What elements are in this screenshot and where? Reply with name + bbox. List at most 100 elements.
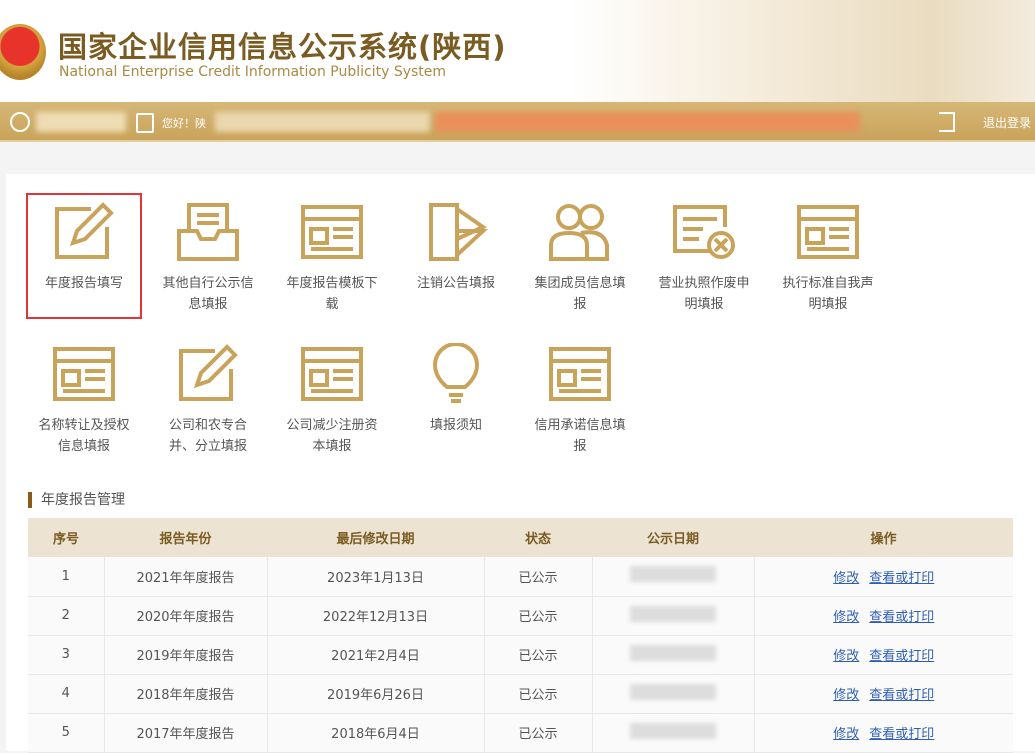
tile-label: 填报须知 — [429, 418, 482, 433]
status: 已公示 — [484, 596, 593, 636]
table-row: 5 2017年年度报告 2018年6月4日 已公示 修改 查看或打印 — [28, 713, 1013, 753]
modified-date: 2018年6月4日 — [267, 713, 485, 753]
view-print-link[interactable]: 查看或打印 — [869, 649, 934, 664]
modified-date: 2022年12月13日 — [267, 596, 485, 636]
tile-label: 执行标准自我声明填报 — [782, 276, 874, 312]
tile-label: 名称转让及授权信息填报 — [38, 418, 130, 454]
report-year: 2021年年度报告 — [104, 557, 268, 597]
site-subtitle: National Enterprise Credit Information P… — [59, 64, 447, 80]
actions: 修改 查看或打印 — [754, 635, 1013, 675]
actions: 修改 查看或打印 — [754, 596, 1013, 636]
tile-label: 集团成员信息填报 — [534, 276, 626, 312]
tile-label: 其他自行公示信息填报 — [162, 276, 254, 312]
status: 已公示 — [484, 713, 593, 753]
actions: 修改 查看或打印 — [754, 713, 1013, 753]
form-icon — [26, 343, 142, 405]
license-void-icon — [646, 201, 762, 263]
redacted-info — [435, 112, 860, 132]
table-row: 2 2020年年度报告 2022年12月13日 已公示 修改 查看或打印 — [28, 596, 1013, 636]
report-year: 2018年年度报告 — [104, 674, 268, 714]
view-print-link[interactable]: 查看或打印 — [869, 688, 934, 703]
table-row: 4 2018年年度报告 2019年6月26日 已公示 修改 查看或打印 — [28, 674, 1013, 714]
tile-8[interactable]: 名称转让及授权信息填报 — [26, 335, 142, 457]
edit-link[interactable]: 修改 — [833, 727, 859, 742]
tile-11[interactable]: 填报须知 — [398, 335, 514, 436]
user-bar: 您好！陕 退出登录 — [0, 102, 1035, 142]
tile-label: 公司和农专合并、分立填报 — [168, 418, 247, 454]
status: 已公示 — [484, 674, 593, 714]
tile-label: 营业执照作废申明填报 — [658, 276, 750, 312]
annual-report-table: 序号 报告年份 最后修改日期 状态 公示日期 操作 1 2021年年度报告 20… — [28, 518, 1013, 753]
redacted-date — [630, 683, 716, 700]
form-icon — [274, 201, 390, 263]
redacted-date — [630, 722, 716, 739]
tile-label: 年度报告填写 — [44, 276, 123, 291]
col-header: 序号 — [28, 518, 104, 557]
tile-label: 公司减少注册资本填报 — [286, 418, 378, 454]
actions: 修改 查看或打印 — [754, 674, 1013, 714]
row-number: 1 — [28, 557, 105, 597]
redacted-date — [630, 644, 716, 661]
section-title: 年度报告管理 — [28, 492, 125, 508]
col-header: 公示日期 — [592, 518, 754, 557]
redacted-name — [215, 112, 430, 132]
tile-5[interactable]: 集团成员信息填报 — [522, 193, 638, 315]
edit-icon — [28, 201, 140, 263]
status: 已公示 — [484, 635, 593, 675]
tile-2[interactable]: 其他自行公示信息填报 — [150, 193, 266, 315]
redacted-date — [630, 566, 716, 583]
tile-6[interactable]: 营业执照作废申明填报 — [646, 193, 762, 315]
status: 已公示 — [484, 557, 593, 597]
table-row: 3 2019年年度报告 2021年2月4日 已公示 修改 查看或打印 — [28, 635, 1013, 675]
row-number: 2 — [28, 596, 105, 636]
document-icon — [398, 201, 514, 263]
tile-label: 注销公告填报 — [416, 276, 495, 291]
tile-label: 年度报告模板下载 — [286, 276, 378, 312]
edit-link[interactable]: 修改 — [833, 649, 859, 664]
edit-icon — [150, 343, 266, 405]
col-header: 报告年份 — [104, 518, 267, 557]
col-header: 状态 — [484, 518, 592, 557]
modified-date: 2021年2月4日 — [267, 635, 485, 675]
actions: 修改 查看或打印 — [754, 557, 1013, 597]
row-number: 4 — [28, 674, 105, 714]
edit-link[interactable]: 修改 — [833, 610, 859, 625]
logout-icon[interactable] — [939, 112, 955, 132]
publish-date — [592, 557, 755, 597]
form-icon — [274, 343, 390, 405]
form-icon — [522, 343, 638, 405]
view-print-link[interactable]: 查看或打印 — [869, 727, 934, 742]
publish-date — [592, 713, 755, 753]
group-icon — [522, 201, 638, 263]
row-number: 5 — [28, 713, 105, 753]
tile-1[interactable]: 年度报告填写 — [26, 193, 142, 319]
redacted-date — [630, 605, 716, 622]
publish-date — [592, 674, 755, 714]
report-year: 2017年年度报告 — [104, 713, 268, 753]
inbox-icon — [150, 201, 266, 263]
modified-date: 2023年1月13日 — [267, 557, 485, 597]
publish-date — [592, 635, 755, 675]
report-year: 2019年年度报告 — [104, 635, 268, 675]
tile-10[interactable]: 公司减少注册资本填报 — [274, 335, 390, 457]
user-icon — [136, 113, 154, 133]
tile-7[interactable]: 执行标准自我声明填报 — [770, 193, 886, 315]
tile-4[interactable]: 注销公告填报 — [398, 193, 514, 294]
edit-link[interactable]: 修改 — [833, 571, 859, 586]
row-number: 3 — [28, 635, 105, 675]
view-print-link[interactable]: 查看或打印 — [869, 610, 934, 625]
logout-button[interactable]: 退出登录 — [983, 114, 1031, 131]
tile-3[interactable]: 年度报告模板下载 — [274, 193, 390, 315]
col-header: 最后修改日期 — [267, 518, 484, 557]
tile-12[interactable]: 信用承诺信息填报 — [522, 335, 638, 457]
clock-icon — [10, 112, 30, 132]
edit-link[interactable]: 修改 — [833, 688, 859, 703]
lightbulb-icon — [398, 343, 514, 405]
redacted-time — [36, 112, 126, 132]
tile-9[interactable]: 公司和农专合并、分立填报 — [150, 335, 266, 457]
report-year: 2020年年度报告 — [104, 596, 268, 636]
view-print-link[interactable]: 查看或打印 — [869, 571, 934, 586]
site-title: 国家企业信用信息公示系统(陕西) — [58, 30, 507, 64]
publish-date — [592, 596, 755, 636]
greeting-text: 您好！陕 — [162, 117, 206, 130]
